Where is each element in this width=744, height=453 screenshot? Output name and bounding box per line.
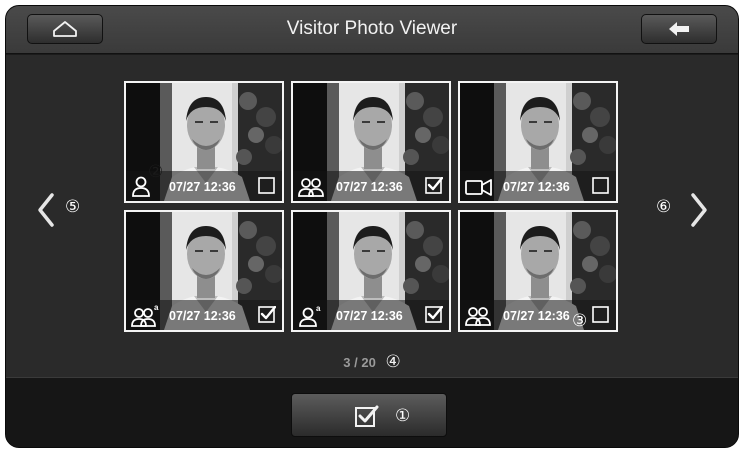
callout-pager: ④ [385,352,401,371]
callout-select: ① [395,406,411,425]
capture-timestamp: 07/27 12:36 [169,180,236,194]
checkbox-icon[interactable] [592,177,610,195]
photo-thumbnail[interactable]: a 07/27 12:36 [124,210,284,332]
chevron-right-icon[interactable] [685,189,713,231]
callout-label: ③ [572,311,588,330]
header-bar: Visitor Photo Viewer [6,6,738,54]
two-persons-icon [465,307,491,326]
device-screen: Visitor Photo Viewer ⑤ ⑥ 07/27 12:36 ② 0… [5,5,739,448]
photo-thumbnail[interactable]: 07/27 12:36 ③ [458,210,618,332]
two-persons-auto-icon: a [131,303,159,327]
photo-thumbnail[interactable]: a 07/27 12:36 [291,210,451,332]
photo-thumbnail[interactable]: 07/27 12:36 [291,81,451,203]
thumbnail-info-bar: a 07/27 12:36 [126,300,282,330]
checkbox-icon[interactable] [258,177,276,195]
svg-text:a: a [316,304,321,313]
page-title: Visitor Photo Viewer [286,18,458,39]
video-camera-icon [465,179,492,196]
two-persons-icon [298,178,324,197]
thumbnail-info-bar: 07/27 12:36 [460,171,616,201]
page-indicator: 3 / 20 ④ [6,352,738,372]
back-button[interactable] [641,14,717,44]
page-counter: 3 / 20 [343,355,376,370]
thumbnail-info-bar: 07/27 12:36 [460,300,616,330]
photo-thumbnail[interactable]: 07/27 12:36 ② [124,81,284,203]
back-arrow-icon [669,22,689,36]
photo-thumbnail[interactable]: 07/27 12:36 [458,81,618,203]
capture-timestamp: 07/27 12:36 [503,180,570,194]
checkbox-checked-icon [355,405,379,427]
single-person-auto-icon: a [299,304,321,327]
callout-prev: ⑤ [65,197,81,216]
capture-timestamp: 07/27 12:36 [503,309,570,323]
capture-timestamp: 07/27 12:36 [336,309,403,323]
capture-timestamp: 07/27 12:36 [336,180,403,194]
checkbox-checked-icon[interactable] [258,306,276,324]
checkbox-checked-icon[interactable] [425,177,443,195]
thumbnail-info-bar: 07/27 12:36 [293,171,449,201]
thumbnail-info-bar: a 07/27 12:36 [293,300,449,330]
checkbox-checked-icon[interactable] [425,306,443,324]
photo-gallery: ⑤ ⑥ 07/27 12:36 ② 07/27 12:36 07/27 12:3… [6,55,738,377]
select-mode-button[interactable]: ① [291,393,447,437]
svg-text:a: a [154,303,159,312]
capture-timestamp: 07/27 12:36 [169,309,236,323]
callout-next: ⑥ [656,197,672,216]
footer-bar: ① [6,377,738,447]
checkbox-icon[interactable] [592,306,610,324]
callout-label: ② [148,162,164,181]
chevron-left-icon[interactable] [32,189,60,231]
